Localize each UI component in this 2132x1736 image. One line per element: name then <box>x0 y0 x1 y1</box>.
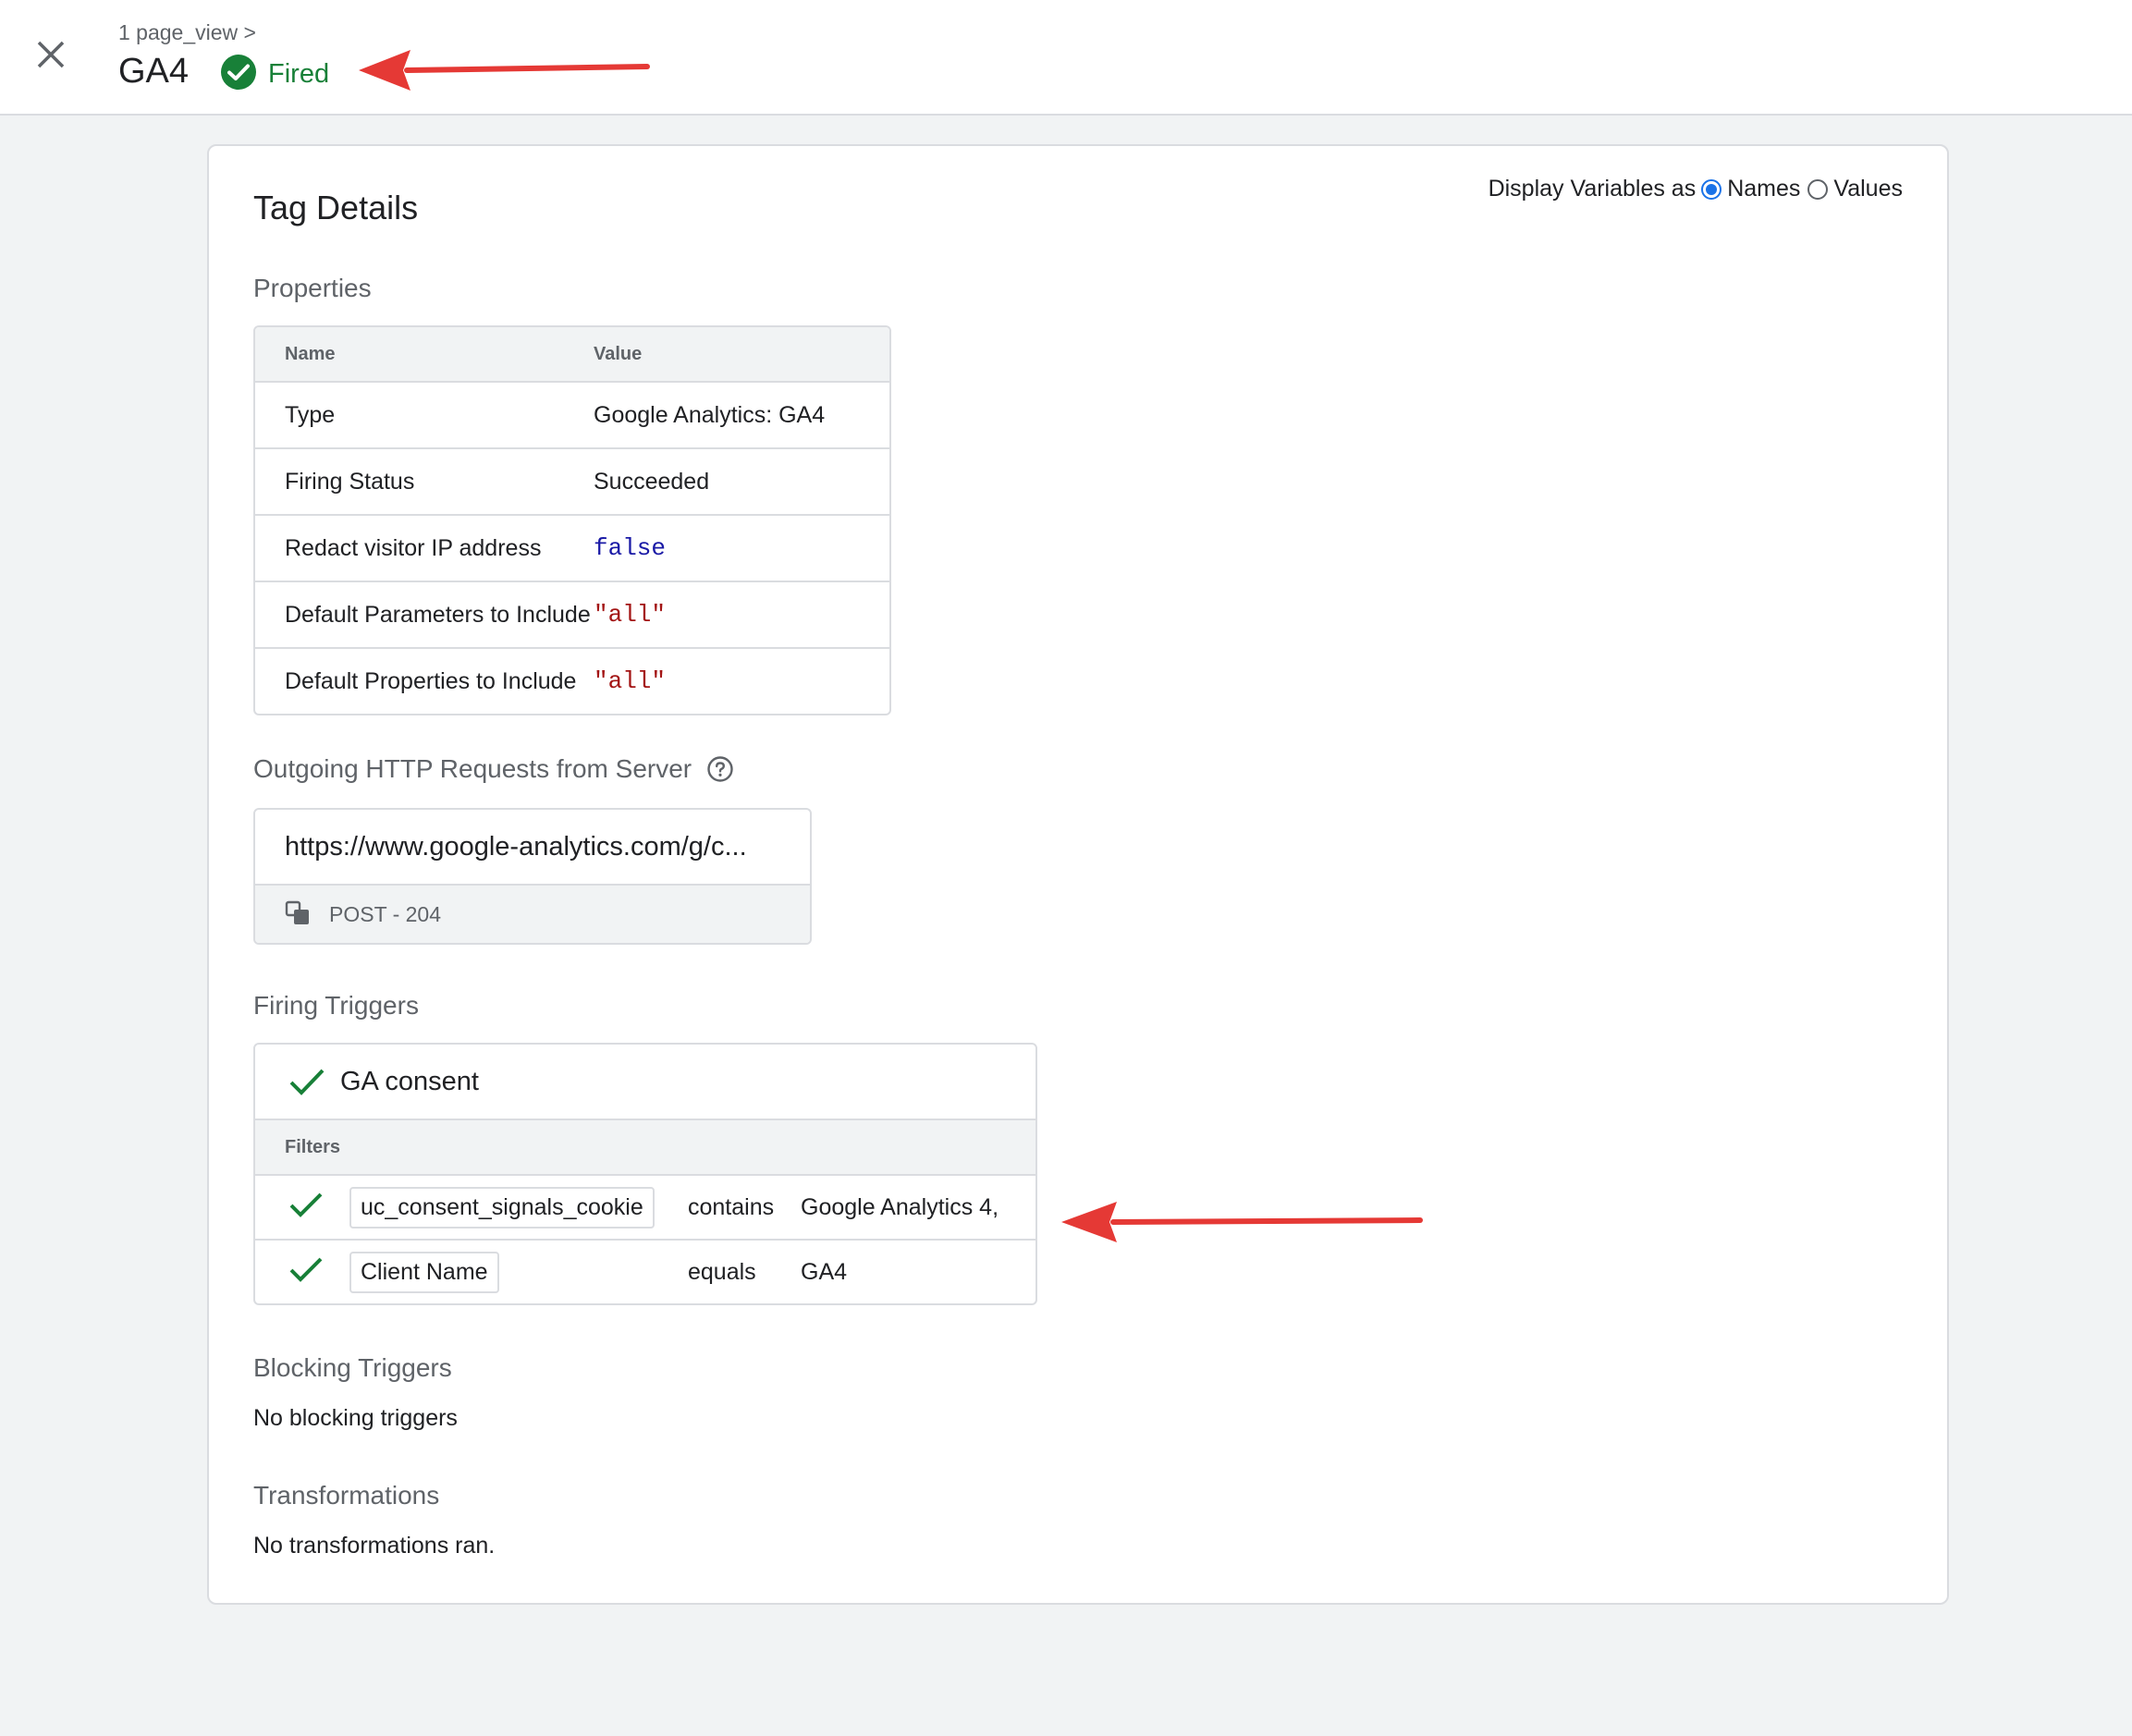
property-name: Redact visitor IP address <box>285 534 542 561</box>
values-radio-label[interactable]: Values <box>1833 176 1903 202</box>
tag-header: 1 page_view > GA4 Fired <box>0 0 2132 116</box>
tag-details-card: Tag Details Display Variables as Names V… <box>207 144 1949 1605</box>
values-radio[interactable] <box>1807 178 1829 200</box>
transformations-heading: Transformations <box>253 1481 440 1510</box>
table-row: Default Properties to Include "all" <box>255 647 889 714</box>
property-name: Default Parameters to Include <box>285 601 591 628</box>
blocking-triggers-heading: Blocking Triggers <box>253 1353 452 1382</box>
column-header-value: Value <box>594 343 643 364</box>
table-row: Default Parameters to Include "all" <box>255 581 889 647</box>
property-value: "all" <box>594 601 667 629</box>
requests-heading: Outgoing HTTP Requests from Server <box>253 754 692 783</box>
status-label: Fired <box>268 58 330 89</box>
tag-title: GA4 <box>118 52 190 91</box>
trigger-name: GA consent <box>340 1066 479 1096</box>
variable-chip[interactable]: uc_consent_signals_cookie <box>349 1186 655 1229</box>
status-badge: Fired <box>220 54 329 94</box>
breadcrumb[interactable]: 1 page_view > <box>118 20 256 45</box>
names-radio[interactable] <box>1701 178 1722 200</box>
firing-triggers-heading: Firing Triggers <box>253 991 419 1020</box>
display-variables-label: Display Variables as <box>1488 176 1697 202</box>
help-icon[interactable] <box>706 755 734 783</box>
display-variables-toggle: Display Variables as Names Values <box>1489 176 1903 202</box>
property-value: "all" <box>594 667 667 695</box>
check-circle-icon <box>220 54 257 95</box>
copy-icon[interactable] <box>285 900 312 928</box>
table-row: Type Google Analytics: GA4 <box>255 381 889 447</box>
blocking-triggers-text: No blocking triggers <box>253 1405 458 1431</box>
property-value: Succeeded <box>594 468 710 495</box>
checkmark-icon <box>288 1066 325 1097</box>
close-icon[interactable] <box>33 37 68 72</box>
transformations-text: No transformations ran. <box>253 1533 496 1559</box>
request-url[interactable]: https://www.google-analytics.com/g/c... <box>255 810 810 884</box>
filters-heading: Filters <box>255 1119 1035 1174</box>
table-row: Firing Status Succeeded <box>255 447 889 514</box>
request-status-row: POST - 204 <box>255 884 810 943</box>
firing-trigger-card: GA consent Filters uc_consent_signals_co… <box>253 1043 1037 1305</box>
checkmark-icon <box>288 1190 323 1226</box>
variable-chip[interactable]: Client Name <box>349 1251 499 1293</box>
properties-heading: Properties <box>253 274 372 302</box>
http-request-item[interactable]: https://www.google-analytics.com/g/c... … <box>253 808 812 945</box>
property-name: Firing Status <box>285 468 415 495</box>
property-name: Type <box>285 401 336 428</box>
column-header-name: Name <box>285 343 336 364</box>
property-value: false <box>594 534 667 562</box>
checkmark-icon <box>288 1254 323 1290</box>
filter-value: Google Analytics 4, <box>801 1193 999 1220</box>
table-row: Redact visitor IP address false <box>255 514 889 581</box>
properties-table: Name Value Type Google Analytics: GA4 Fi… <box>253 325 891 715</box>
filter-row: Client Name equals GA4 <box>255 1239 1035 1303</box>
names-radio-label[interactable]: Names <box>1727 176 1800 202</box>
filter-value: GA4 <box>801 1258 848 1285</box>
filter-row: uc_consent_signals_cookie contains Googl… <box>255 1174 1035 1239</box>
filter-operator: equals <box>688 1258 756 1285</box>
filter-operator: contains <box>688 1193 775 1220</box>
request-status: POST - 204 <box>329 901 442 926</box>
card-title: Tag Details <box>253 189 419 226</box>
trigger-header: GA consent <box>255 1045 1035 1119</box>
property-name: Default Properties to Include <box>285 667 577 694</box>
table-header: Name Value <box>255 327 889 381</box>
requests-heading-row: Outgoing HTTP Requests from Server <box>253 754 734 784</box>
property-value: Google Analytics: GA4 <box>594 401 826 428</box>
